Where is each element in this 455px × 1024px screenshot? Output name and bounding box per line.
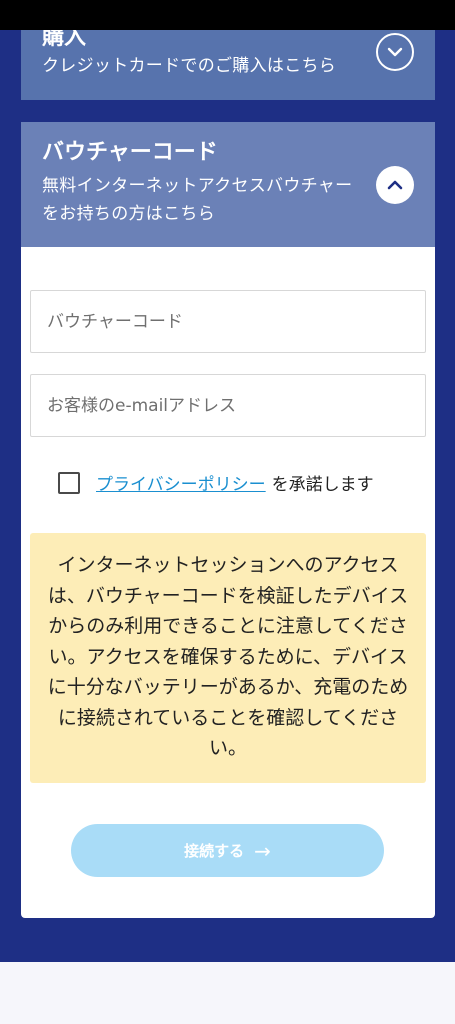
purchase-section-header[interactable]: 購入 クレジットカードでのご購入はこちら — [21, 30, 435, 100]
voucher-title: バウチャーコード — [42, 140, 218, 165]
connect-button-label: 接続する — [184, 842, 245, 860]
notice-box: インターネットセッションへのアクセスは、バウチャーコードを検証したデバイスからの… — [30, 533, 426, 783]
voucher-section-header[interactable]: バウチャーコード 無料インターネットアクセスバウチャーをお持ちの方はこちら — [21, 122, 435, 247]
purchase-title: 購入 — [42, 30, 87, 50]
connect-button[interactable]: 接続する → — [71, 824, 384, 877]
arrow-right-icon: → — [254, 838, 271, 863]
status-bar — [0, 0, 455, 30]
chevron-up-icon[interactable] — [376, 166, 414, 204]
voucher-subtitle: 無料インターネットアクセスバウチャーをお持ちの方はこちら — [42, 176, 353, 224]
chevron-down-icon[interactable] — [376, 33, 414, 71]
email-input[interactable] — [30, 374, 426, 437]
privacy-policy-link[interactable]: プライバシーポリシー — [96, 470, 266, 495]
notice-text: インターネットセッションへのアクセスは、バウチャーコードを検証したデバイスからの… — [47, 554, 409, 759]
voucher-code-input[interactable] — [30, 290, 426, 353]
purchase-subtitle: クレジットカードでのご購入はこちら — [42, 56, 337, 76]
voucher-section: バウチャーコード 無料インターネットアクセスバウチャーをお持ちの方はこちら プラ… — [21, 122, 435, 918]
privacy-checkbox[interactable] — [58, 471, 80, 494]
privacy-consent: プライバシーポリシー を承諾します — [58, 470, 374, 495]
consent-label: を承諾します — [271, 475, 374, 495]
